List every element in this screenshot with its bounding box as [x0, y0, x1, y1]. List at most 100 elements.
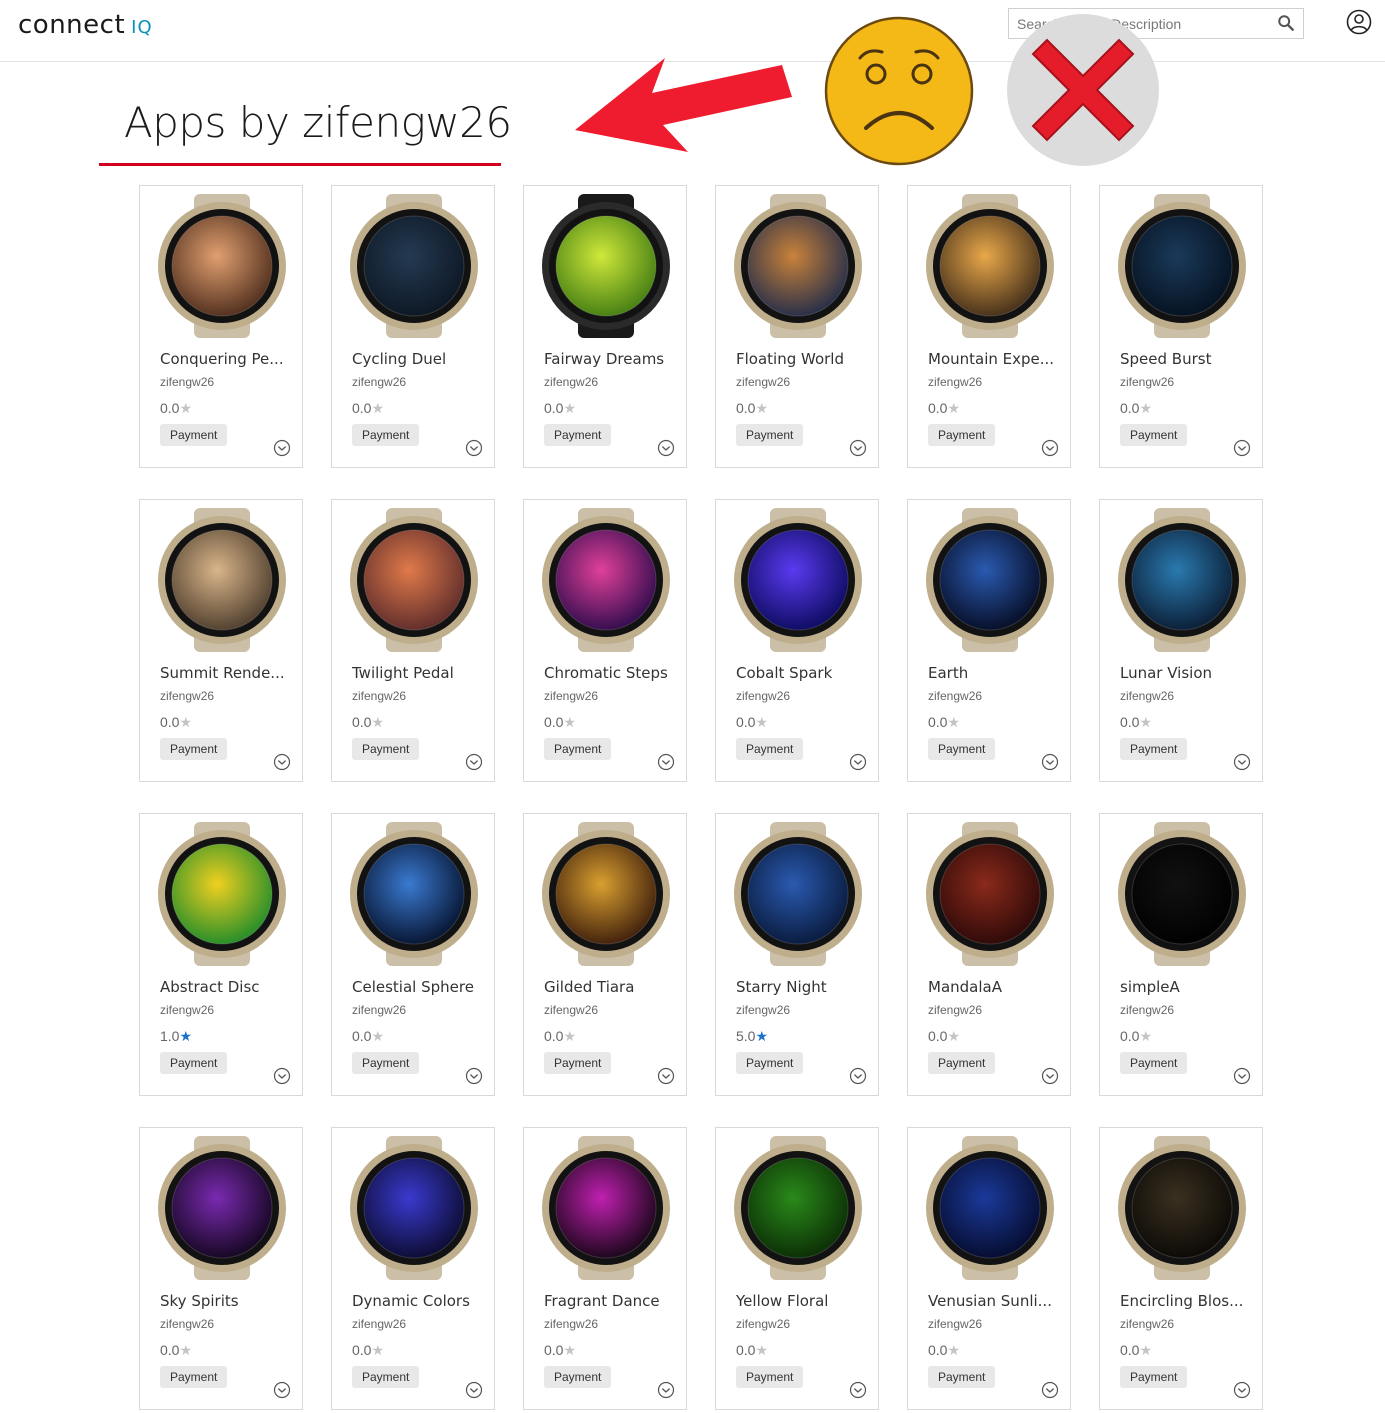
- watch-face-image[interactable]: [152, 822, 292, 966]
- app-name[interactable]: Conquering Pe...: [160, 350, 288, 368]
- app-name[interactable]: Speed Burst: [1120, 350, 1248, 368]
- watch-face-image[interactable]: [1112, 508, 1252, 652]
- download-check-icon[interactable]: [849, 753, 867, 771]
- app-name[interactable]: Lunar Vision: [1120, 664, 1248, 682]
- app-card[interactable]: Summit Rende... zifengw26 0.0★ Payment: [139, 499, 303, 782]
- app-card[interactable]: Floating World zifengw26 0.0★ Payment: [715, 185, 879, 468]
- watch-face-image[interactable]: [728, 1136, 868, 1280]
- download-check-icon[interactable]: [465, 439, 483, 457]
- app-name[interactable]: Venusian Sunli...: [928, 1292, 1056, 1310]
- watch-face-image[interactable]: [1112, 194, 1252, 338]
- app-card[interactable]: Earth zifengw26 0.0★ Payment: [907, 499, 1071, 782]
- watch-face-image[interactable]: [1112, 822, 1252, 966]
- download-check-icon[interactable]: [273, 1067, 291, 1085]
- app-name[interactable]: Celestial Sphere: [352, 978, 480, 996]
- app-name[interactable]: Earth: [928, 664, 1056, 682]
- watch-face-image[interactable]: [536, 822, 676, 966]
- download-check-icon[interactable]: [1233, 1381, 1251, 1399]
- app-card[interactable]: Starry Night zifengw26 5.0★ Payment: [715, 813, 879, 1096]
- connect-iq-logo[interactable]: connect IQ: [18, 10, 153, 40]
- download-check-icon[interactable]: [1233, 1067, 1251, 1085]
- app-name[interactable]: MandalaA: [928, 978, 1056, 996]
- app-name[interactable]: Yellow Floral: [736, 1292, 864, 1310]
- download-check-icon[interactable]: [465, 1067, 483, 1085]
- app-card[interactable]: MandalaA zifengw26 0.0★ Payment: [907, 813, 1071, 1096]
- download-check-icon[interactable]: [1041, 753, 1059, 771]
- download-check-icon[interactable]: [849, 1381, 867, 1399]
- download-check-icon[interactable]: [657, 753, 675, 771]
- app-card[interactable]: Venusian Sunli... zifengw26 0.0★ Payment: [907, 1127, 1071, 1410]
- app-card[interactable]: Gilded Tiara zifengw26 0.0★ Payment: [523, 813, 687, 1096]
- watch-face-image[interactable]: [344, 1136, 484, 1280]
- download-check-icon[interactable]: [273, 753, 291, 771]
- app-name[interactable]: Sky Spirits: [160, 1292, 288, 1310]
- download-check-icon[interactable]: [1041, 1067, 1059, 1085]
- search-icon[interactable]: [1277, 14, 1295, 32]
- app-card[interactable]: Mountain Expe... zifengw26 0.0★ Payment: [907, 185, 1071, 468]
- download-check-icon[interactable]: [1233, 439, 1251, 457]
- app-card[interactable]: Lunar Vision zifengw26 0.0★ Payment: [1099, 499, 1263, 782]
- watch-face-image[interactable]: [728, 822, 868, 966]
- download-check-icon[interactable]: [465, 1381, 483, 1399]
- watch-face-image[interactable]: [536, 508, 676, 652]
- watch-face-image[interactable]: [152, 194, 292, 338]
- watch-face-image[interactable]: [920, 822, 1060, 966]
- watch-face-image[interactable]: [920, 194, 1060, 338]
- app-name[interactable]: Floating World: [736, 350, 864, 368]
- app-name[interactable]: Starry Night: [736, 978, 864, 996]
- app-card[interactable]: Sky Spirits zifengw26 0.0★ Payment: [139, 1127, 303, 1410]
- download-check-icon[interactable]: [657, 1067, 675, 1085]
- download-check-icon[interactable]: [465, 753, 483, 771]
- watch-face-image[interactable]: [728, 508, 868, 652]
- app-card[interactable]: Yellow Floral zifengw26 0.0★ Payment: [715, 1127, 879, 1410]
- download-check-icon[interactable]: [1041, 439, 1059, 457]
- download-check-icon[interactable]: [657, 1381, 675, 1399]
- app-name[interactable]: Encircling Blos...: [1120, 1292, 1248, 1310]
- app-card[interactable]: Fairway Dreams zifengw26 0.0★ Payment: [523, 185, 687, 468]
- app-name[interactable]: Summit Rende...: [160, 664, 288, 682]
- download-check-icon[interactable]: [1041, 1381, 1059, 1399]
- app-name[interactable]: Fairway Dreams: [544, 350, 672, 368]
- watch-face-image[interactable]: [344, 508, 484, 652]
- app-name[interactable]: Abstract Disc: [160, 978, 288, 996]
- watch-face-image[interactable]: [344, 822, 484, 966]
- app-card[interactable]: Dynamic Colors zifengw26 0.0★ Payment: [331, 1127, 495, 1410]
- watch-face-image[interactable]: [536, 1136, 676, 1280]
- download-check-icon[interactable]: [273, 439, 291, 457]
- app-name[interactable]: Cobalt Spark: [736, 664, 864, 682]
- app-name[interactable]: Twilight Pedal: [352, 664, 480, 682]
- app-card[interactable]: simpleA zifengw26 0.0★ Payment: [1099, 813, 1263, 1096]
- download-check-icon[interactable]: [849, 1067, 867, 1085]
- download-check-icon[interactable]: [849, 439, 867, 457]
- watch-face-image[interactable]: [152, 1136, 292, 1280]
- download-check-icon[interactable]: [273, 1381, 291, 1399]
- app-name[interactable]: Cycling Duel: [352, 350, 480, 368]
- app-card[interactable]: Celestial Sphere zifengw26 0.0★ Payment: [331, 813, 495, 1096]
- app-card[interactable]: Conquering Pe... zifengw26 0.0★ Payment: [139, 185, 303, 468]
- app-name[interactable]: Dynamic Colors: [352, 1292, 480, 1310]
- app-name[interactable]: Chromatic Steps: [544, 664, 672, 682]
- watch-face-image[interactable]: [536, 194, 676, 338]
- app-card[interactable]: Abstract Disc zifengw26 1.0★ Payment: [139, 813, 303, 1096]
- watch-face-image[interactable]: [920, 508, 1060, 652]
- app-card[interactable]: Chromatic Steps zifengw26 0.0★ Payment: [523, 499, 687, 782]
- developer-name: zifengw26: [352, 689, 407, 703]
- watch-face-image[interactable]: [1112, 1136, 1252, 1280]
- app-name[interactable]: simpleA: [1120, 978, 1248, 996]
- app-card[interactable]: Twilight Pedal zifengw26 0.0★ Payment: [331, 499, 495, 782]
- app-card[interactable]: Fragrant Dance zifengw26 0.0★ Payment: [523, 1127, 687, 1410]
- app-card[interactable]: Encircling Blos... zifengw26 0.0★ Payment: [1099, 1127, 1263, 1410]
- app-name[interactable]: Fragrant Dance: [544, 1292, 672, 1310]
- watch-face-image[interactable]: [344, 194, 484, 338]
- download-check-icon[interactable]: [1233, 753, 1251, 771]
- watch-face-image[interactable]: [728, 194, 868, 338]
- user-account-icon[interactable]: [1346, 9, 1372, 35]
- watch-face-image[interactable]: [152, 508, 292, 652]
- app-card[interactable]: Speed Burst zifengw26 0.0★ Payment: [1099, 185, 1263, 468]
- download-check-icon[interactable]: [657, 439, 675, 457]
- watch-face-image[interactable]: [920, 1136, 1060, 1280]
- app-name[interactable]: Mountain Expe...: [928, 350, 1056, 368]
- app-card[interactable]: Cycling Duel zifengw26 0.0★ Payment: [331, 185, 495, 468]
- app-name[interactable]: Gilded Tiara: [544, 978, 672, 996]
- app-card[interactable]: Cobalt Spark zifengw26 0.0★ Payment: [715, 499, 879, 782]
